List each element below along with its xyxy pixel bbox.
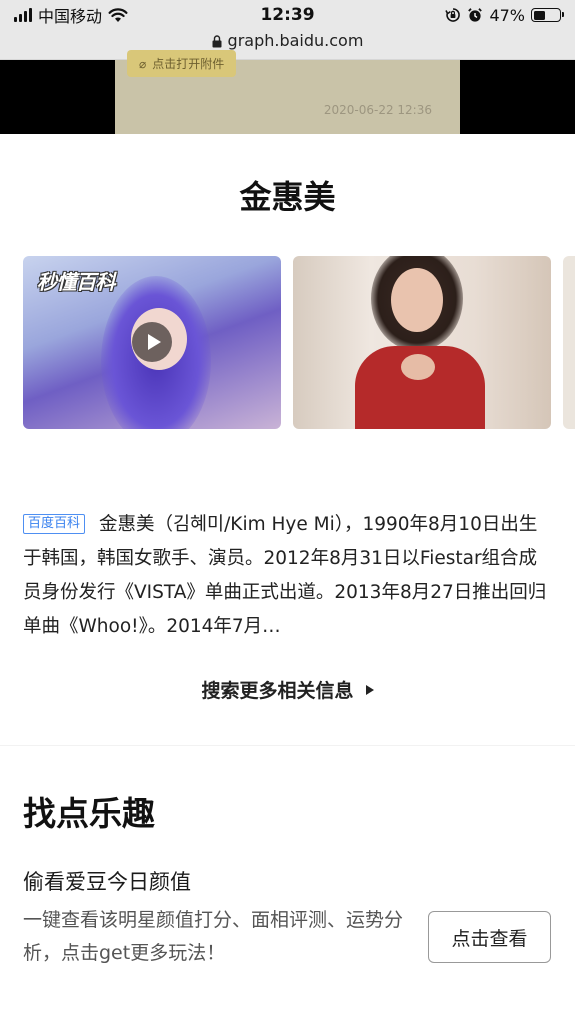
chevron-right-icon xyxy=(365,685,374,695)
source-tag: 百度百科 xyxy=(23,514,86,534)
battery-percent: 47% xyxy=(489,5,525,25)
attachment-card[interactable]: ⌀ 点击打开附件 2020-06-22 12:36 xyxy=(115,50,460,134)
video-brand-badge: 秒懂百科 xyxy=(37,270,116,294)
search-more-link[interactable]: 搜索更多相关信息 xyxy=(0,676,575,703)
orientation-lock-icon xyxy=(445,8,461,22)
attachment-date: 2020-06-22 12:36 xyxy=(323,103,432,117)
page-title: 金惠美 xyxy=(239,178,336,216)
alarm-icon xyxy=(468,8,483,22)
photo-face xyxy=(391,268,443,332)
paperclip-icon: ⌀ xyxy=(139,56,147,71)
play-icon[interactable] xyxy=(132,322,172,362)
photo-thumbnail-partial[interactable] xyxy=(563,256,575,429)
section-title: 找点乐趣 xyxy=(23,794,155,833)
url-text: graph.baidu.com xyxy=(227,31,364,50)
open-attachment-button[interactable]: ⌀ 点击打开附件 xyxy=(127,50,237,77)
section-divider xyxy=(0,745,575,746)
summary-block[interactable]: 百度百科 金惠美（김혜미/Kim Hye Mi），1990年8月10日出生于韩国，… xyxy=(23,508,555,644)
carrier-name: 中国移动 xyxy=(38,7,103,26)
summary-text: 金惠美（김혜미/Kim Hye Mi），1990年8月10日出生于韩国，韩国女歌… xyxy=(23,514,547,637)
status-bar: 中国移动 12:39 47% graph.baidu.com xyxy=(0,0,575,60)
open-attachment-label: 点击打开附件 xyxy=(152,57,225,71)
view-button[interactable]: 点击查看 xyxy=(428,911,551,963)
photo-neck xyxy=(401,354,435,380)
video-thumbnail[interactable]: 秒懂百科 xyxy=(23,256,281,429)
photo-carousel[interactable]: 秒懂百科 xyxy=(23,256,575,429)
lock-icon xyxy=(212,34,222,47)
attachment-strip: ⌀ 点击打开附件 2020-06-22 12:36 xyxy=(0,50,575,134)
feature-title: 偷看爱豆今日颜值 xyxy=(23,870,191,894)
photo-thumbnail[interactable] xyxy=(293,256,551,429)
feature-description: 一键查看该明星颜值打分、面相评测、运势分析，点击get更多玩法！ xyxy=(23,909,404,964)
battery-icon xyxy=(531,8,564,22)
search-more-label: 搜索更多相关信息 xyxy=(201,680,354,702)
address-bar[interactable]: graph.baidu.com xyxy=(0,31,575,51)
wifi-icon xyxy=(108,8,128,22)
signal-icon xyxy=(14,8,32,22)
